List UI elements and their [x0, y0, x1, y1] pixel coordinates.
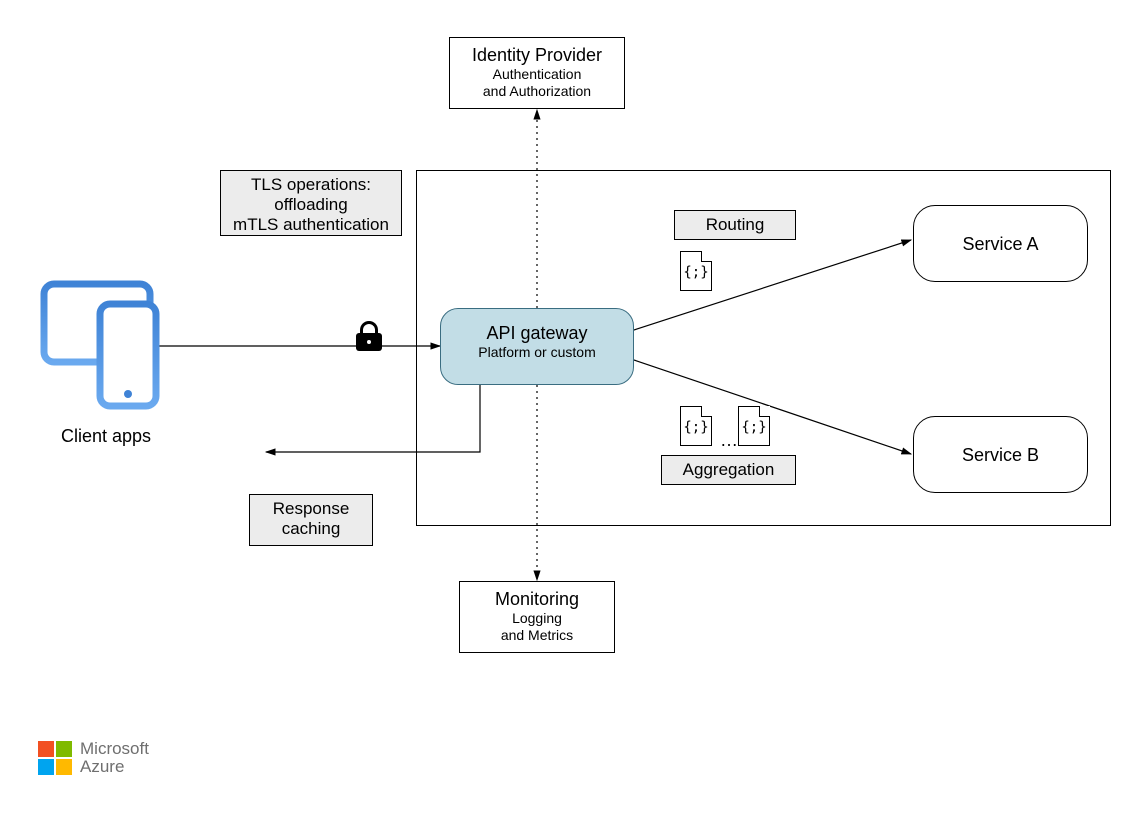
azure-logo-icon [38, 741, 72, 775]
azure-line2: Azure [80, 758, 149, 776]
aggregation-label: Aggregation [661, 455, 796, 485]
aggregation-ellipsis: … [720, 430, 738, 451]
file-glyph: {;} [680, 265, 712, 281]
monitoring-title: Monitoring [460, 588, 614, 610]
identity-provider-sub1: Authentication [450, 66, 624, 83]
tls-line2: offloading [221, 195, 401, 215]
monitoring-sub2: and Metrics [460, 627, 614, 644]
identity-provider-box: Identity Provider Authentication and Aut… [449, 37, 625, 109]
identity-provider-sub2: and Authorization [450, 83, 624, 100]
service-a-box: Service A [913, 205, 1088, 282]
client-apps-label: Client apps [56, 426, 156, 447]
service-b-box: Service B [913, 416, 1088, 493]
diagram-canvas: Identity Provider Authentication and Aut… [0, 0, 1133, 826]
api-gateway-sub: Platform or custom [441, 344, 633, 360]
monitoring-sub1: Logging [460, 610, 614, 627]
service-a-label: Service A [962, 235, 1038, 253]
lock-icon [356, 321, 382, 351]
file-glyph: {;} [738, 420, 770, 436]
response-caching-line2: caching [250, 519, 372, 539]
monitoring-box: Monitoring Logging and Metrics [459, 581, 615, 653]
routing-file-icon: {;} [680, 251, 712, 291]
file-glyph: {;} [680, 420, 712, 436]
tls-line3: mTLS authentication [221, 215, 401, 235]
service-b-label: Service B [962, 446, 1039, 464]
azure-text: Microsoft Azure [80, 740, 149, 776]
client-devices-icon [38, 270, 168, 420]
api-gateway-box: API gateway Platform or custom [440, 308, 634, 385]
identity-provider-title: Identity Provider [450, 44, 624, 66]
routing-label: Routing [674, 210, 796, 240]
tls-line1: TLS operations: [221, 175, 401, 195]
tls-operations-box: TLS operations: offloading mTLS authenti… [220, 170, 402, 236]
azure-line1: Microsoft [80, 740, 149, 758]
azure-logo: Microsoft Azure [38, 740, 149, 776]
aggregation-file-icon-2: {;} [738, 406, 770, 446]
response-caching-box: Response caching [249, 494, 373, 546]
api-gateway-title: API gateway [441, 323, 633, 344]
aggregation-file-icon-1: {;} [680, 406, 712, 446]
response-caching-line1: Response [250, 499, 372, 519]
